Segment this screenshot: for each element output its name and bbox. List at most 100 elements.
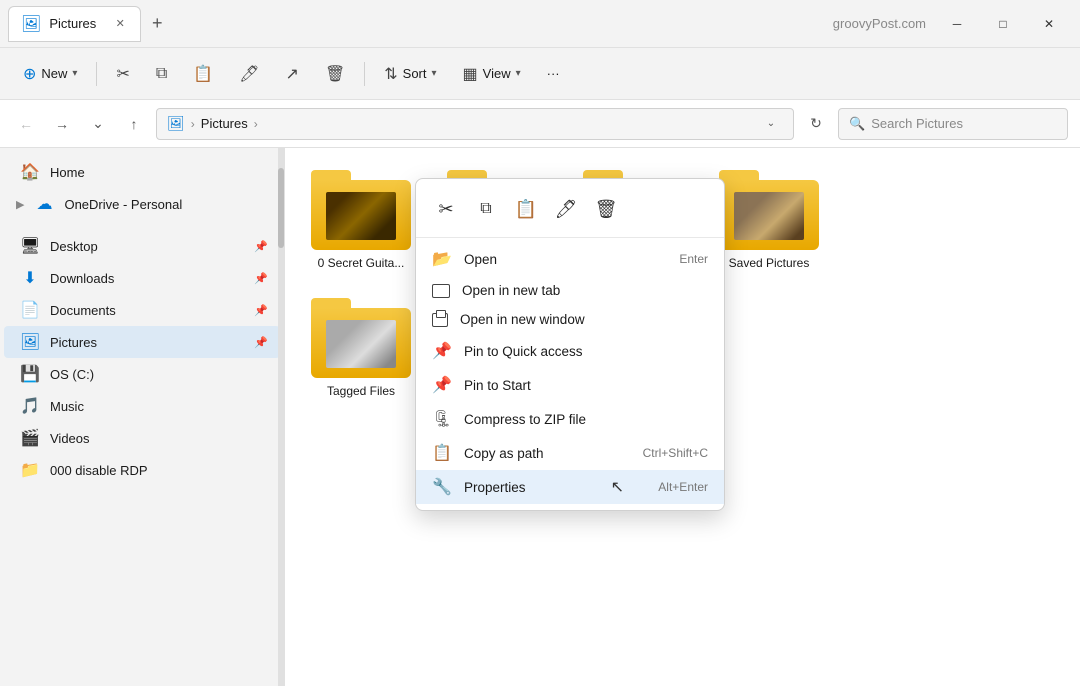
copy-icon: ⧉ xyxy=(156,65,167,83)
sidebar-label-000rdp: 000 disable RDP xyxy=(50,463,268,478)
view-dropdown-arrow: ▾ xyxy=(516,68,521,79)
ctx-properties-icon: 🔧 xyxy=(432,477,452,497)
delete-button[interactable]: 🗑 xyxy=(314,57,356,91)
address-folder-icon: 🖼 xyxy=(167,115,185,132)
ctx-copy-path-icon: 📋 xyxy=(432,443,452,463)
sort-icon: ⇅ xyxy=(384,64,397,84)
ctx-copy-path-shortcut: Ctrl+Shift+C xyxy=(643,446,708,460)
address-sep-1: › xyxy=(191,117,195,131)
search-box[interactable]: 🔍 Search Pictures xyxy=(838,108,1068,140)
downloads-icon: ⬇ xyxy=(20,268,40,288)
toolbar-separator-2 xyxy=(364,62,365,86)
sidebar-label-downloads: Downloads xyxy=(50,271,244,286)
view-icon: ▦ xyxy=(463,64,478,84)
address-dropdown-button[interactable]: ⌄ xyxy=(759,112,783,136)
more-label: ··· xyxy=(547,66,560,81)
sidebar-item-desktop[interactable]: 🖥 Desktop 📌 xyxy=(4,230,280,262)
sort-button[interactable]: ⇅ Sort ▾ xyxy=(373,57,447,91)
back-button[interactable]: ← xyxy=(12,110,40,138)
paste-button[interactable]: 📋 xyxy=(182,57,224,91)
toolbar-separator-1 xyxy=(96,62,97,86)
ctx-properties[interactable]: 🔧 Properties Alt+Enter ↖ xyxy=(416,470,724,504)
rename-button[interactable]: 🖊 xyxy=(228,57,270,91)
ctx-rename-button[interactable]: 🖊 xyxy=(548,191,584,227)
tab-title: Pictures xyxy=(49,16,96,31)
pictures-tab[interactable]: 🖼 Pictures ✕ xyxy=(8,6,141,42)
onedrive-icon: ☁ xyxy=(34,194,54,214)
folder-tagged-files[interactable]: Tagged Files xyxy=(301,292,421,404)
ctx-pin-quick-icon: 📌 xyxy=(432,341,452,361)
ctx-properties-label: Properties xyxy=(464,480,626,495)
watermark: groovyPost.com xyxy=(833,16,926,31)
refresh-button[interactable]: ↻ xyxy=(802,110,830,138)
desktop-icon: 🖥 xyxy=(20,236,40,256)
new-button[interactable]: ⊕ New ▾ xyxy=(12,57,88,91)
ctx-open-new-tab[interactable]: Open in new tab xyxy=(416,276,724,305)
ctx-compress-zip[interactable]: 🗜 Compress to ZIP file xyxy=(416,402,724,436)
ctx-cut-icon: ✂ xyxy=(438,199,453,220)
address-sep-2: › xyxy=(254,117,258,131)
share-button[interactable]: ↗ xyxy=(275,57,310,91)
sidebar-scrollbar[interactable] xyxy=(278,148,284,686)
sidebar-label-osc: OS (C:) xyxy=(50,367,268,382)
tab-area: 🖼 Pictures ✕ + xyxy=(8,6,833,42)
maximize-button[interactable]: □ xyxy=(980,8,1026,40)
ctx-open-icon: 📂 xyxy=(432,249,452,269)
up-button[interactable]: ↑ xyxy=(120,110,148,138)
sidebar-item-osc[interactable]: 💾 OS (C:) xyxy=(4,358,280,390)
ctx-cut-button[interactable]: ✂ xyxy=(428,191,464,227)
sidebar-label-documents: Documents xyxy=(50,303,244,318)
window-controls: ─ □ ✕ xyxy=(934,8,1072,40)
close-button[interactable]: ✕ xyxy=(1026,8,1072,40)
new-dropdown-arrow: ▾ xyxy=(72,68,77,79)
ctx-pin-quick[interactable]: 📌 Pin to Quick access xyxy=(416,334,724,368)
share-icon: ↗ xyxy=(286,64,299,84)
search-icon: 🔍 xyxy=(849,116,865,132)
ctx-copy-path-label: Copy as path xyxy=(464,446,611,461)
ctx-copy-button[interactable]: ⧉ xyxy=(468,191,504,227)
sidebar-item-downloads[interactable]: ⬇ Downloads 📌 xyxy=(4,262,280,294)
ctx-paste-button[interactable]: 📋 xyxy=(508,191,544,227)
sidebar-item-home[interactable]: 🏠 Home xyxy=(4,156,280,188)
downloads-pin-icon: 📌 xyxy=(254,272,268,285)
ctx-pin-start[interactable]: 📌 Pin to Start xyxy=(416,368,724,402)
rename-icon: 🖊 xyxy=(239,64,259,84)
cut-button[interactable]: ✂ xyxy=(105,57,140,91)
sidebar-item-pictures[interactable]: 🖼 Pictures 📌 xyxy=(4,326,280,358)
new-tab-button[interactable]: + xyxy=(141,8,173,40)
ctx-delete-button[interactable]: 🗑 xyxy=(588,191,624,227)
address-box[interactable]: 🖼 › Pictures › ⌄ xyxy=(156,108,794,140)
sidebar: 🏠 Home ▶ ☁ OneDrive - Personal 🖥 Desktop… xyxy=(0,148,285,686)
sidebar-item-000rdp[interactable]: 📁 000 disable RDP xyxy=(4,454,280,486)
delete-icon: 🗑 xyxy=(325,64,345,84)
folder-saved-pictures[interactable]: Saved Pictures xyxy=(709,164,829,276)
sidebar-item-documents[interactable]: 📄 Documents 📌 xyxy=(4,294,280,326)
folder-icon-saved xyxy=(719,170,819,250)
minimize-button[interactable]: ─ xyxy=(934,8,980,40)
copy-button[interactable]: ⧉ xyxy=(145,58,178,90)
pictures-icon: 🖼 xyxy=(20,332,40,352)
sidebar-item-music[interactable]: 🎵 Music xyxy=(4,390,280,422)
ctx-open-new-window[interactable]: Open in new window xyxy=(416,305,724,334)
sidebar-item-videos[interactable]: 🎬 Videos xyxy=(4,422,280,454)
address-breadcrumb: Pictures xyxy=(201,116,248,131)
recent-button[interactable]: ⌄ xyxy=(84,110,112,138)
paste-icon: 📋 xyxy=(193,64,213,84)
desktop-pin-icon: 📌 xyxy=(254,240,268,253)
sort-dropdown-arrow: ▾ xyxy=(432,68,437,79)
context-menu-toolbar: ✂ ⧉ 📋 🖊 🗑 xyxy=(416,185,724,238)
view-button[interactable]: ▦ View ▾ xyxy=(452,57,532,91)
tab-close-button[interactable]: ✕ xyxy=(112,16,128,32)
ctx-open[interactable]: 📂 Open Enter xyxy=(416,242,724,276)
ctx-open-label: Open xyxy=(464,252,647,267)
sidebar-scrollbar-thumb xyxy=(278,168,284,248)
folder-thumbnail-guitar xyxy=(326,192,396,240)
ctx-pin-start-icon: 📌 xyxy=(432,375,452,395)
ctx-copy-path[interactable]: 📋 Copy as path Ctrl+Shift+C xyxy=(416,436,724,470)
sidebar-item-onedrive[interactable]: ▶ ☁ OneDrive - Personal xyxy=(4,188,280,220)
forward-button[interactable]: → xyxy=(48,110,76,138)
more-button[interactable]: ··· xyxy=(536,59,571,88)
toolbar: ⊕ New ▾ ✂ ⧉ 📋 🖊 ↗ 🗑 ⇅ Sort ▾ ▦ View ▾ ··… xyxy=(0,48,1080,100)
folder-secret-guitar[interactable]: 0 Secret Guita... xyxy=(301,164,421,276)
sort-label: Sort xyxy=(403,66,427,81)
